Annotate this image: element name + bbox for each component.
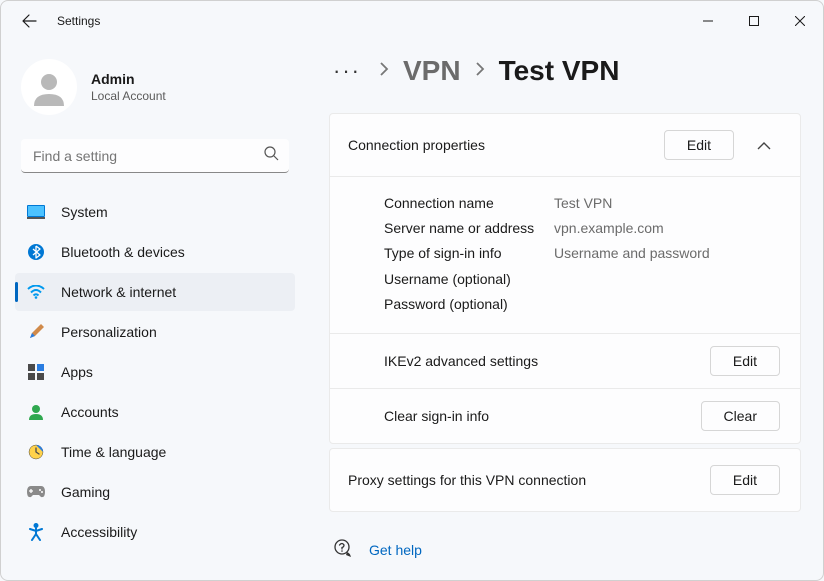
nav: System Bluetooth & devices Network & int… bbox=[15, 193, 295, 551]
sidebar-item-personalization[interactable]: Personalization bbox=[15, 313, 295, 351]
close-icon bbox=[795, 16, 805, 26]
sidebar-item-label: Accounts bbox=[61, 404, 119, 420]
connection-properties-list: Connection nameTest VPN Server name or a… bbox=[330, 176, 800, 333]
prop-server-address: Server name or addressvpn.example.com bbox=[384, 216, 780, 241]
maximize-icon bbox=[749, 16, 759, 26]
chevron-right-icon bbox=[475, 62, 485, 81]
minimize-button[interactable] bbox=[685, 6, 731, 36]
breadcrumb-current: Test VPN bbox=[499, 55, 620, 87]
person-icon bbox=[27, 403, 45, 421]
clear-signin-label: Clear sign-in info bbox=[384, 408, 701, 424]
sidebar-item-label: Accessibility bbox=[61, 524, 137, 540]
chevron-right-icon bbox=[379, 62, 389, 81]
prop-password: Password (optional) bbox=[384, 292, 780, 317]
avatar bbox=[21, 59, 77, 115]
edit-proxy-button[interactable]: Edit bbox=[710, 465, 780, 495]
proxy-settings-row[interactable]: Proxy settings for this VPN connection E… bbox=[330, 449, 800, 511]
search-container bbox=[21, 139, 289, 173]
sidebar-item-label: Network & internet bbox=[61, 284, 176, 300]
edit-ikev2-button[interactable]: Edit bbox=[710, 346, 780, 376]
sidebar-item-bluetooth[interactable]: Bluetooth & devices bbox=[15, 233, 295, 271]
profile-subtitle: Local Account bbox=[91, 89, 166, 103]
sidebar-item-accessibility[interactable]: Accessibility bbox=[15, 513, 295, 551]
sidebar-item-label: Gaming bbox=[61, 484, 110, 500]
main-content: ··· VPN Test VPN Connection properties E… bbox=[301, 41, 823, 580]
sidebar-item-time[interactable]: Time & language bbox=[15, 433, 295, 471]
collapse-button[interactable] bbox=[748, 141, 780, 150]
window-title: Settings bbox=[57, 14, 100, 28]
sidebar-item-accounts[interactable]: Accounts bbox=[15, 393, 295, 431]
ikev2-row: IKEv2 advanced settings Edit bbox=[330, 333, 800, 388]
back-button[interactable] bbox=[19, 11, 39, 31]
sidebar-item-system[interactable]: System bbox=[15, 193, 295, 231]
breadcrumb-parent[interactable]: VPN bbox=[403, 55, 461, 87]
system-icon bbox=[27, 203, 45, 221]
maximize-button[interactable] bbox=[731, 6, 777, 36]
prop-connection-name: Connection nameTest VPN bbox=[384, 191, 780, 216]
prop-username: Username (optional) bbox=[384, 267, 780, 292]
sidebar-item-label: System bbox=[61, 204, 108, 220]
accessibility-icon bbox=[27, 523, 45, 541]
titlebar: Settings bbox=[1, 1, 823, 41]
minimize-icon bbox=[703, 16, 713, 26]
avatar-icon bbox=[30, 68, 68, 106]
ikev2-label: IKEv2 advanced settings bbox=[384, 353, 710, 369]
apps-icon bbox=[27, 363, 45, 381]
connection-properties-header[interactable]: Connection properties Edit bbox=[330, 114, 800, 176]
sidebar-item-label: Personalization bbox=[61, 324, 157, 340]
gamepad-icon bbox=[27, 483, 45, 501]
bluetooth-icon bbox=[27, 243, 45, 261]
card-title: Proxy settings for this VPN connection bbox=[348, 472, 710, 488]
get-help-link[interactable]: Get help bbox=[369, 542, 422, 558]
sidebar-item-label: Apps bbox=[61, 364, 93, 380]
breadcrumb-overflow[interactable]: ··· bbox=[329, 58, 365, 84]
clear-signin-row: Clear sign-in info Clear bbox=[330, 388, 800, 443]
card-title: Connection properties bbox=[348, 137, 664, 153]
sidebar-item-gaming[interactable]: Gaming bbox=[15, 473, 295, 511]
clear-signin-button[interactable]: Clear bbox=[701, 401, 780, 431]
connection-properties-card: Connection properties Edit Connection na… bbox=[329, 113, 801, 444]
breadcrumb: ··· VPN Test VPN bbox=[329, 49, 801, 93]
sidebar-item-apps[interactable]: Apps bbox=[15, 353, 295, 391]
search-input[interactable] bbox=[21, 139, 289, 173]
chevron-up-icon bbox=[757, 141, 771, 150]
wifi-icon bbox=[27, 283, 45, 301]
profile-name: Admin bbox=[91, 71, 166, 87]
search-icon bbox=[264, 146, 279, 166]
get-help-row: Get help bbox=[329, 538, 801, 563]
sidebar-item-network[interactable]: Network & internet bbox=[15, 273, 295, 311]
brush-icon bbox=[27, 323, 45, 341]
edit-connection-button[interactable]: Edit bbox=[664, 130, 734, 160]
prop-signin-type: Type of sign-in infoUsername and passwor… bbox=[384, 241, 780, 266]
window-controls bbox=[685, 6, 823, 36]
help-icon bbox=[333, 538, 353, 563]
sidebar-item-label: Time & language bbox=[61, 444, 166, 460]
profile-block[interactable]: Admin Local Account bbox=[15, 51, 295, 139]
close-button[interactable] bbox=[777, 6, 823, 36]
clock-icon bbox=[27, 443, 45, 461]
back-arrow-icon bbox=[21, 13, 37, 29]
sidebar: Admin Local Account System Bluetooth & d… bbox=[1, 41, 301, 580]
proxy-settings-card: Proxy settings for this VPN connection E… bbox=[329, 448, 801, 512]
sidebar-item-label: Bluetooth & devices bbox=[61, 244, 185, 260]
